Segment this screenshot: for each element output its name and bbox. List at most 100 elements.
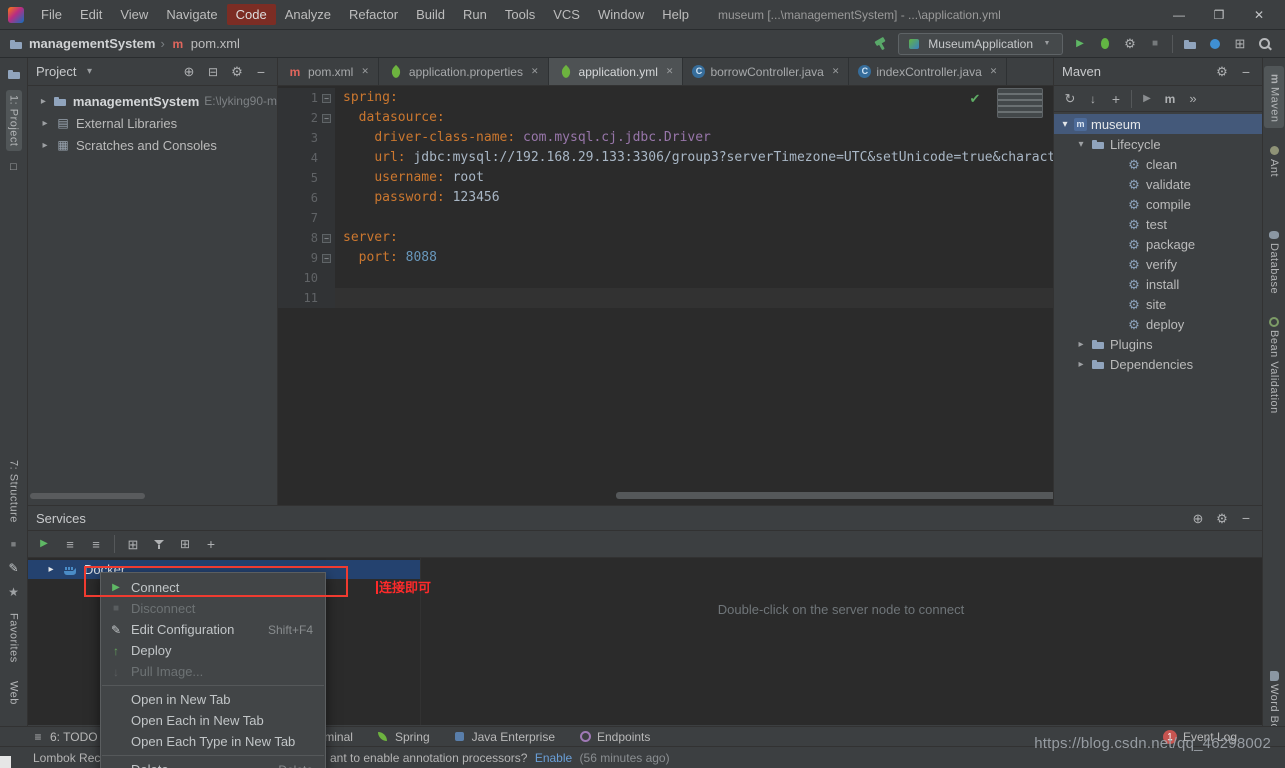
favorites-star-icon[interactable] <box>6 584 22 600</box>
stripe-database-button[interactable]: Database <box>1264 222 1284 299</box>
chevron-right-icon[interactable]: ▸ <box>1076 339 1086 350</box>
menu-file[interactable]: File <box>32 4 71 25</box>
stripe-ant-button[interactable]: Ant <box>1264 138 1284 182</box>
editor-tab-pom-xml[interactable]: pom.xml✕ <box>278 58 379 85</box>
search-everywhere-icon[interactable] <box>1257 36 1273 52</box>
more-actions-icon[interactable] <box>1185 91 1201 107</box>
run-maven-goal-icon[interactable] <box>1139 91 1155 107</box>
close-icon[interactable]: ✕ <box>531 66 539 77</box>
code-text[interactable]: password: 123456 <box>335 188 1053 208</box>
chevron-right-icon[interactable]: ▸ <box>40 118 50 129</box>
maven-tree-item-validate[interactable]: ▸validate <box>1054 174 1262 194</box>
project-tree-item[interactable]: ▸managementSystemE:\lyking90-m <box>28 90 277 112</box>
minimize-button[interactable] <box>1159 1 1199 29</box>
chevron-down-icon[interactable]: ▾ <box>1060 119 1070 130</box>
maven-tree-item-clean[interactable]: ▸clean <box>1054 154 1262 174</box>
start-service-icon[interactable] <box>36 536 52 552</box>
maven-tree-item-install[interactable]: ▸install <box>1054 274 1262 294</box>
context-menu-item-open-each-type-in-new-tab[interactable]: Open Each Type in New Tab <box>101 731 325 752</box>
editor-tab-application-properties[interactable]: application.properties✕ <box>379 58 549 85</box>
code-text[interactable]: port: 8088 <box>335 248 1053 268</box>
inspection-widget[interactable] <box>997 88 1043 118</box>
filter-icon[interactable] <box>151 536 167 552</box>
maximize-button[interactable] <box>1199 1 1239 29</box>
code-text[interactable]: datasource: <box>335 108 1053 128</box>
collapse-all-icon[interactable] <box>205 64 221 80</box>
open-in-new-tab-icon[interactable] <box>177 536 193 552</box>
project-panel-title[interactable]: Project <box>36 64 76 79</box>
stripe-bean-validation-button[interactable]: Bean Validation <box>1264 309 1284 419</box>
code-text[interactable]: server: <box>335 228 1053 248</box>
chevron-right-icon[interactable]: ▸ <box>40 140 50 151</box>
group-by-icon[interactable] <box>125 536 141 552</box>
context-menu-item-open-each-in-new-tab[interactable]: Open Each in New Tab <box>101 710 325 731</box>
code-text[interactable]: driver-class-name: com.mysql.cj.jdbc.Dri… <box>335 128 1053 148</box>
stripe-structure-button[interactable]: 7: Structure <box>6 455 22 528</box>
add-maven-project-icon[interactable] <box>1108 91 1124 107</box>
execute-maven-goal-icon[interactable] <box>1162 91 1178 107</box>
stripe-favorites-button[interactable]: Favorites <box>6 608 22 668</box>
stripe-maven-button[interactable]: Maven <box>1264 66 1284 128</box>
breadcrumb-file[interactable]: pom.xml <box>191 36 240 51</box>
locate-icon[interactable] <box>1190 510 1206 526</box>
settings-gear-icon[interactable] <box>1214 510 1230 526</box>
toolwindow-tab-endpoints[interactable]: Endpoints <box>577 729 650 745</box>
reimport-icon[interactable] <box>1062 91 1078 107</box>
context-menu-item-edit-configuration[interactable]: Edit ConfigurationShift+F4 <box>101 619 325 640</box>
menu-help[interactable]: Help <box>653 4 698 25</box>
stop-tool-icon[interactable] <box>6 536 22 552</box>
code-with-me-icon[interactable] <box>1207 36 1223 52</box>
context-menu-item-open-in-new-tab[interactable]: Open in New Tab <box>101 689 325 710</box>
locate-file-icon[interactable] <box>181 64 197 80</box>
fold-icon[interactable]: − <box>322 114 331 123</box>
code-text[interactable] <box>335 208 1053 228</box>
monitor-icon[interactable] <box>6 159 22 175</box>
editor-tab-indexcontroller-java[interactable]: indexController.java✕ <box>849 58 1007 85</box>
close-icon[interactable]: ✕ <box>361 66 369 77</box>
build-hammer-icon[interactable] <box>873 36 889 52</box>
toolwindow-tab-spring[interactable]: Spring <box>375 729 430 745</box>
inspection-ok-icon[interactable] <box>967 90 983 106</box>
editor-tab-borrowcontroller-java[interactable]: borrowController.java✕ <box>683 58 849 85</box>
menu-view[interactable]: View <box>111 4 157 25</box>
expand-all-icon[interactable] <box>62 536 78 552</box>
coverage-button[interactable] <box>1122 36 1138 52</box>
collapse-all-icon[interactable] <box>88 536 104 552</box>
context-menu-item-delete[interactable]: Delete...Delete <box>101 759 325 768</box>
maven-tree-item-lifecycle[interactable]: ▾Lifecycle <box>1054 134 1262 154</box>
chevron-right-icon[interactable]: ▸ <box>40 96 47 107</box>
download-sources-icon[interactable] <box>1085 91 1101 107</box>
maven-tree-item-verify[interactable]: ▸verify <box>1054 254 1262 274</box>
chevron-down-icon[interactable] <box>81 64 97 80</box>
project-tree-item[interactable]: ▸Scratches and Consoles <box>28 134 277 156</box>
code-text[interactable]: spring: <box>335 88 1053 108</box>
fold-icon[interactable]: − <box>322 254 331 263</box>
menu-run[interactable]: Run <box>454 4 496 25</box>
code-text[interactable]: username: root <box>335 168 1053 188</box>
maven-tree-item-dependencies[interactable]: ▸Dependencies <box>1054 354 1262 374</box>
maven-tree-item-site[interactable]: ▸site <box>1054 294 1262 314</box>
toolwindow-tab-java-enterprise[interactable]: Java Enterprise <box>452 729 555 745</box>
close-icon[interactable]: ✕ <box>990 66 998 77</box>
fold-icon[interactable]: − <box>322 94 331 103</box>
chevron-right-icon[interactable]: ▸ <box>46 564 56 575</box>
edit-tool-icon[interactable] <box>6 560 22 576</box>
stripe-project-button[interactable]: 1: Project <box>6 90 22 151</box>
stripe-web-button[interactable]: Web <box>6 676 22 710</box>
menu-window[interactable]: Window <box>589 4 653 25</box>
editor-horizontal-scrollbar[interactable] <box>616 492 1078 499</box>
breadcrumb-project[interactable]: managementSystem <box>29 36 155 51</box>
close-icon[interactable]: ✕ <box>666 66 674 77</box>
menu-navigate[interactable]: Navigate <box>157 4 226 25</box>
menu-edit[interactable]: Edit <box>71 4 111 25</box>
maven-tree-item-museum[interactable]: ▾museum <box>1054 114 1262 134</box>
add-service-icon[interactable] <box>203 536 219 552</box>
chevron-right-icon[interactable]: ▸ <box>1076 359 1086 370</box>
run-button[interactable] <box>1072 36 1088 52</box>
toolwindow-tab-6-todo[interactable]: 6: TODO <box>30 729 98 745</box>
menu-refactor[interactable]: Refactor <box>340 4 407 25</box>
hide-panel-icon[interactable] <box>253 64 269 80</box>
maven-tree-item-package[interactable]: ▸package <box>1054 234 1262 254</box>
code-text[interactable]: url: jdbc:mysql://192.168.29.133:3306/gr… <box>335 148 1053 168</box>
editor-tab-application-yml[interactable]: application.yml✕ <box>549 58 684 85</box>
